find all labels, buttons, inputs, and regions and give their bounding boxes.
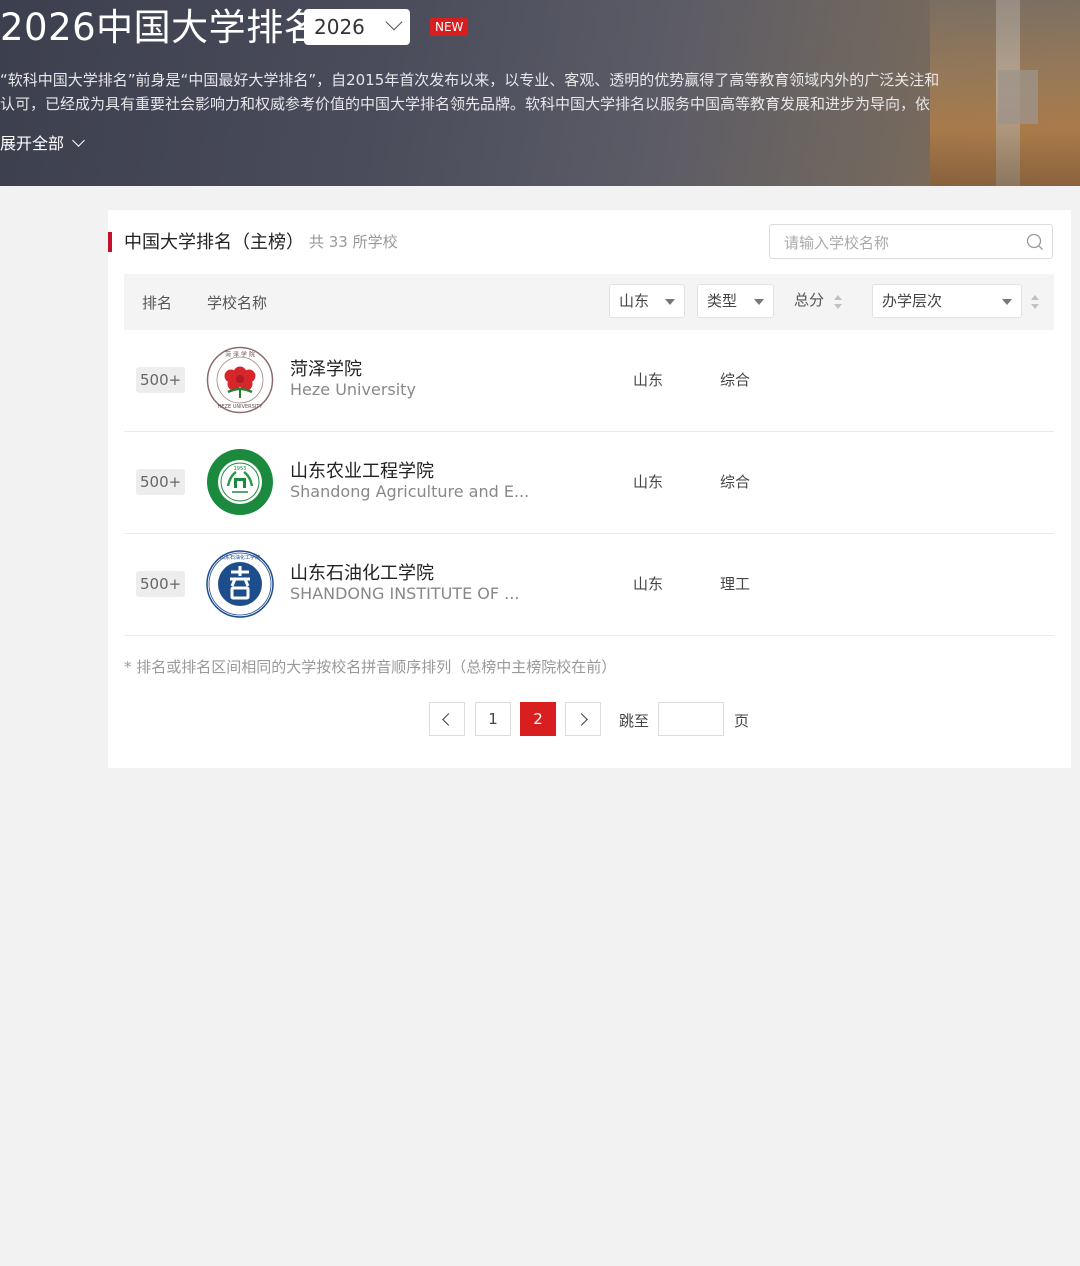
banner: 2026中国大学排名 2026 NEW “软科中国大学排名”前身是“中国最好大学…: [0, 0, 1080, 186]
next-page-button[interactable]: [565, 702, 601, 736]
caret-down-icon: [754, 299, 764, 305]
title-row: 2026中国大学排名: [0, 4, 321, 52]
province-filter-value: 山东: [619, 292, 650, 310]
page-title: 2026中国大学排名: [0, 6, 322, 49]
search-icon[interactable]: [1026, 233, 1044, 251]
expand-all-link[interactable]: 展开全部: [0, 130, 85, 154]
type-filter-value: 类型: [707, 292, 738, 310]
rank-badge: 500+: [136, 469, 186, 495]
chevron-down-icon: [72, 133, 85, 147]
school-name[interactable]: 山东农业工程学院: [290, 457, 434, 483]
year-select[interactable]: 2026: [304, 9, 410, 45]
level-filter-value: 办学层次: [882, 292, 943, 310]
wall-tower: [998, 70, 1038, 124]
table-row[interactable]: 500+ 山东石油化工学院 山东石油化工学院 SHANDONG INSTITUT…: [124, 534, 1054, 636]
school-name-en: Heze University: [290, 380, 416, 399]
jump-page-input[interactable]: [658, 702, 724, 736]
school-province: 山东: [633, 575, 664, 593]
school-name[interactable]: 菏泽学院: [290, 355, 362, 381]
sort-footnote: * 排名或排名区间相同的大学按校名拼音顺序排列（总榜中主榜院校在前）: [124, 658, 617, 676]
school-province: 山东: [633, 371, 664, 389]
search-box: [769, 224, 1053, 260]
table-row[interactable]: 500+ 1953 山东农业工程学院 Shandong Agriculture …: [124, 432, 1054, 534]
year-select-value: 2026: [314, 15, 365, 39]
svg-text:HEZE UNIVERSITY: HEZE UNIVERSITY: [218, 404, 264, 410]
intro-text: “软科中国大学排名”前身是“中国最好大学排名”，自2015年首次发布以来，以专业…: [0, 68, 970, 116]
rank-badge: 500+: [136, 571, 186, 597]
new-badge: NEW: [430, 18, 469, 36]
prev-page-button[interactable]: [429, 702, 465, 736]
table-row[interactable]: 500+ 菏 泽 学 院 HEZE UNIVERSITY 菏泽学院 Heze U…: [124, 330, 1054, 432]
level-filter[interactable]: 办学层次: [872, 284, 1022, 318]
school-name[interactable]: 山东石油化工学院: [290, 559, 434, 585]
svg-text:山东石油化工学院: 山东石油化工学院: [220, 554, 260, 561]
school-province: 山东: [633, 473, 664, 491]
expand-all-label: 展开全部: [0, 134, 65, 153]
col-total-score[interactable]: 总分: [794, 289, 824, 310]
sipt-logo: 山东石油化工学院: [206, 550, 274, 618]
school-name-en: Shandong Agriculture and E...: [290, 482, 530, 501]
chevron-right-icon: [575, 713, 588, 726]
search-input[interactable]: [782, 225, 1016, 260]
svg-text:1953: 1953: [234, 466, 247, 472]
school-type: 理工: [720, 575, 751, 593]
school-type: 综合: [720, 371, 751, 389]
jump-to-label: 跳至: [619, 712, 650, 730]
card-header: 中国大学排名（主榜） 共 33 所学校: [108, 210, 1071, 272]
svg-text:菏 泽 学 院: 菏 泽 学 院: [225, 351, 255, 359]
heze-university-logo: 菏 泽 学 院 HEZE UNIVERSITY: [206, 346, 274, 414]
sort-icon[interactable]: [1031, 295, 1039, 309]
chevron-down-icon: [385, 13, 403, 31]
page-suffix-label: 页: [734, 712, 750, 730]
province-filter[interactable]: 山东: [609, 284, 685, 318]
school-count: 共 33 所学校: [309, 233, 398, 251]
type-filter[interactable]: 类型: [697, 284, 774, 318]
caret-down-icon: [1002, 299, 1012, 305]
intro-line: “软科中国大学排名”前身是“中国最好大学排名”，自2015年首次发布以来，以专业…: [0, 71, 940, 89]
page-button-2[interactable]: 2: [520, 702, 556, 736]
school-type: 综合: [720, 473, 751, 491]
page-button-1[interactable]: 1: [475, 702, 511, 736]
title-accent-bar: [108, 232, 112, 252]
sdae-logo: 1953: [207, 449, 273, 515]
school-name-en: SHANDONG INSTITUTE OF ...: [290, 584, 520, 603]
card-title: 中国大学排名（主榜）: [124, 232, 304, 253]
ranking-card: 中国大学排名（主榜） 共 33 所学校 排名 学校名称 山东 类型 总分 办学层…: [108, 210, 1071, 768]
col-school-name: 学校名称: [207, 294, 268, 312]
sort-icon[interactable]: [834, 295, 842, 309]
chevron-left-icon: [442, 713, 455, 726]
intro-line: 认可，已经成为具有重要社会影响力和权威参考价值的中国大学排名领先品牌。软科中国大…: [0, 95, 931, 113]
col-rank: 排名: [142, 294, 173, 312]
pagination: 1 2 跳至 页: [108, 702, 1071, 738]
table-header: 排名 学校名称 山东 类型 总分 办学层次: [124, 274, 1054, 330]
caret-down-icon: [665, 299, 675, 305]
rank-badge: 500+: [136, 367, 186, 393]
